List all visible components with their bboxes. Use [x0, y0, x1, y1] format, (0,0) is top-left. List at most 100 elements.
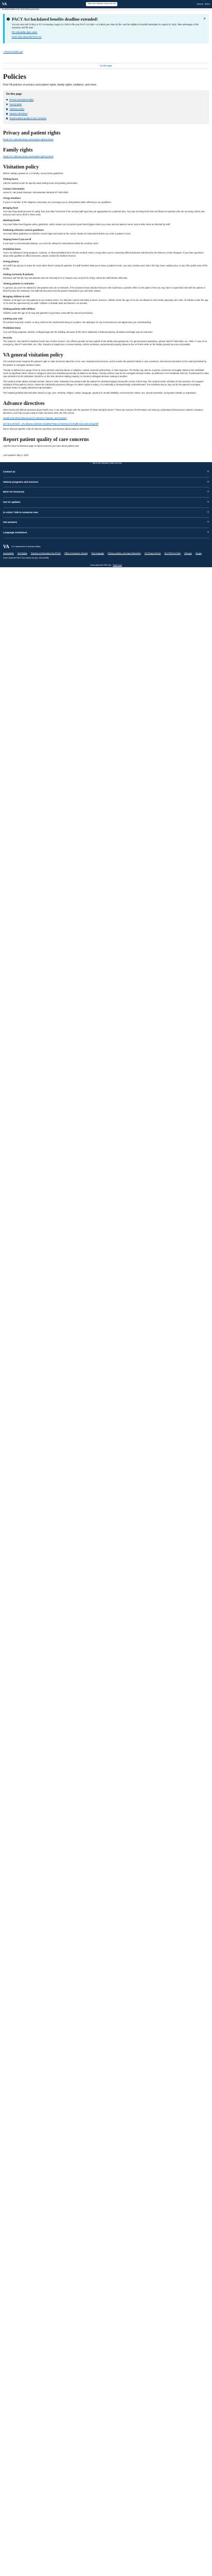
toc-item[interactable]: Family rights: [6, 103, 206, 106]
alert-learn-more-link[interactable]: Learn more about the PACT Act: [12, 36, 42, 38]
va-seal-logo[interactable]: VA: [3, 544, 9, 550]
page-title: Policies: [3, 73, 27, 81]
on-this-page-toggle[interactable]: On this page: [3, 62, 209, 70]
search-button[interactable]: Search: [197, 3, 203, 6]
toc-link[interactable]: Visitation policy: [9, 108, 24, 111]
visitation-intro: Before visiting a patient at a VA facili…: [3, 172, 64, 175]
visitation-heading: Visitation policy: [3, 164, 39, 171]
footer-accordion-contact[interactable]: Contact us +: [3, 467, 209, 478]
visitation-item-text: Our staff may ask you to leave the room …: [3, 264, 208, 270]
toc-item[interactable]: Privacy and patient rights: [6, 98, 206, 101]
toc-link[interactable]: Family rights: [9, 103, 22, 106]
toc-link[interactable]: Report patient quality of care concerns: [9, 117, 46, 120]
crisis-line-button[interactable]: Talk to the Veterans Crisis Line now: [86, 2, 118, 6]
visitation-item-text: You may bring small amounts of candy, fr…: [3, 210, 205, 216]
footer-accordion-programs[interactable]: Veteran programs and services +: [3, 478, 209, 488]
arrow-down-icon: [6, 113, 8, 115]
footer-link[interactable]: Office of Inspector General: [64, 552, 87, 555]
visitation-item-text: Children of all ages can visit patients …: [3, 299, 208, 305]
footer-link[interactable]: Accessibility: [3, 552, 14, 555]
close-icon[interactable]: ✕: [203, 17, 206, 22]
visitation-item-heading: Washing hands: [3, 219, 20, 222]
header-actions: Search Menu: [197, 3, 210, 6]
toc-link[interactable]: Advance directives: [9, 112, 27, 115]
footer-link[interactable]: Privacy, policies, and legal information: [108, 552, 140, 555]
footer-accordion-updates[interactable]: Get VA updates +: [3, 498, 209, 508]
menu-button[interactable]: Menu: [205, 3, 210, 6]
visitation-item-heading: Visiting hours: [3, 178, 19, 181]
plus-icon: +: [207, 531, 209, 535]
toc-item[interactable]: Report patient quality of care concerns: [6, 117, 206, 120]
plus-icon: +: [207, 480, 209, 484]
arrow-down-icon: [6, 117, 8, 120]
plus-icon: +: [207, 501, 209, 504]
footer-row-label: Language assistance: [3, 531, 27, 534]
info-icon: i: [7, 18, 10, 21]
arrow-down-icon: [6, 98, 8, 101]
visitation-item-heading: Giving privacy: [3, 260, 19, 263]
advance-directive-form-link[interactable]: VA Form 10-0137 - VA Advance Directive: …: [3, 422, 209, 426]
footer-link[interactable]: Freedom of Information Act (FOIA): [31, 552, 61, 555]
plus-icon: +: [207, 470, 209, 473]
on-this-page-label: On this page: [100, 64, 112, 67]
visitation-item-heading: Security: [3, 336, 12, 339]
alert-body: You can now until 11:59 p.m. ET on Monda…: [12, 23, 199, 29]
privacy-policy-link[interactable]: Read VA's national privacy and patient r…: [3, 138, 209, 141]
family-heading: Family rights: [3, 147, 33, 154]
footer-accordion-answers[interactable]: Get answers +: [3, 518, 209, 529]
chevron-right-icon: ›: [90, 462, 91, 465]
report-concerns-heading: Report patient quality of care concerns: [3, 436, 89, 443]
footer-brand: VA U.S. Department of Veterans Affairs: [3, 544, 209, 550]
crisis-footer-label: Talk to the Veterans Crisis Line now: [92, 462, 122, 465]
footer-accordion-crisis[interactable]: In crisis? Talk to someone now +: [3, 508, 209, 518]
footer-link[interactable]: VA Privacy Service: [145, 552, 161, 555]
ethics-resources-link[interactable]: Health Care Ethics Resources for Veteran…: [3, 417, 209, 420]
footer-link[interactable]: Civil Rights: [17, 552, 27, 555]
visitation-item-heading: Staying home if you are ill: [3, 238, 31, 241]
general-paragraph: "Family" is defined as a group of two or…: [3, 368, 209, 378]
visitation-item-text: You can't bring weapons, alcohol, or ill…: [3, 330, 153, 333]
footer-accordion-language[interactable]: Language assistance +: [3, 528, 209, 538]
visitation-item-heading: Bringing children to visit: [3, 295, 30, 298]
footer-row-label: Get VA updates: [3, 501, 21, 504]
footer-link[interactable]: Plain language: [91, 552, 104, 555]
table-of-contents: On this page Privacy and patient rights …: [3, 90, 209, 125]
footer-row-label: Contact us: [3, 470, 15, 473]
visitation-item-text: James E. Van Zandt Veterans' Administrat…: [3, 191, 68, 194]
visitation-guidelines: Visiting hours Call the medical center fo…: [3, 178, 209, 346]
privacy-heading: Privacy and patient rights: [3, 130, 61, 137]
last-updated: Last updated: May 2, 2023: [3, 453, 29, 456]
visitation-item-text: Call the medical center for specific war…: [3, 181, 78, 184]
gov-banner[interactable]: An official website of the United States…: [0, 8, 212, 11]
toc-item[interactable]: Advance directives: [6, 112, 206, 115]
plus-icon: +: [207, 521, 209, 524]
report-concerns-text: Visit the Joint Commission page to repor…: [3, 444, 80, 447]
bottom-banner-link[interactable]: Read more: [113, 564, 122, 567]
advance-intro: When faced with difficult decisions abou…: [3, 409, 203, 415]
breadcrumb-link[interactable]: ‹ Altoona health care: [3, 50, 23, 53]
alert-file-claim-link[interactable]: File a disability claim online: [12, 31, 38, 33]
toc-item[interactable]: Visitation policy: [6, 108, 206, 111]
footer-link[interactable]: USA.gov: [184, 552, 192, 555]
footer-row-label: More VA resources: [3, 490, 25, 494]
visitation-item-text: Relatives and friends may visit patients…: [3, 277, 128, 280]
toc-link[interactable]: Privacy and patient rights: [9, 98, 33, 101]
visitation-item-heading: Visiting patients with children: [3, 308, 36, 311]
visitation-item-text: You must follow guidelines on infection …: [3, 232, 131, 235]
footer-note: Learn what the PACT Act means for your V…: [3, 557, 49, 560]
visitation-item-text: You're not allowed to bring weapons, cam…: [3, 251, 204, 258]
family-policy-link[interactable]: Read VA's national privacy and patient r…: [3, 155, 209, 158]
footer-link[interactable]: VA.gov: [196, 552, 202, 555]
department-name: U.S. Department of Veterans Affairs: [11, 546, 41, 548]
va-logo[interactable]: VA: [2, 2, 7, 7]
footer-link[interactable]: No FEAR Act Data: [164, 552, 180, 555]
general-paragraph: The medical center allows a family membe…: [3, 380, 204, 389]
visitation-item-text: If you're a member of the religious comm…: [3, 200, 112, 204]
footer-accordion-resources[interactable]: More VA resources +: [3, 487, 209, 498]
visitation-item-text: Children under the age of 16 may visit p…: [3, 311, 94, 314]
bottom-banner-label: Learn about the PACT Act: [90, 564, 112, 567]
visitation-item-text: In general, you won't be allowed to visi…: [3, 286, 206, 292]
site-footer: Contact us + Veteran programs and service…: [0, 465, 212, 564]
advance-directives-heading: Advance directives: [3, 401, 45, 407]
plus-icon: +: [207, 511, 209, 514]
